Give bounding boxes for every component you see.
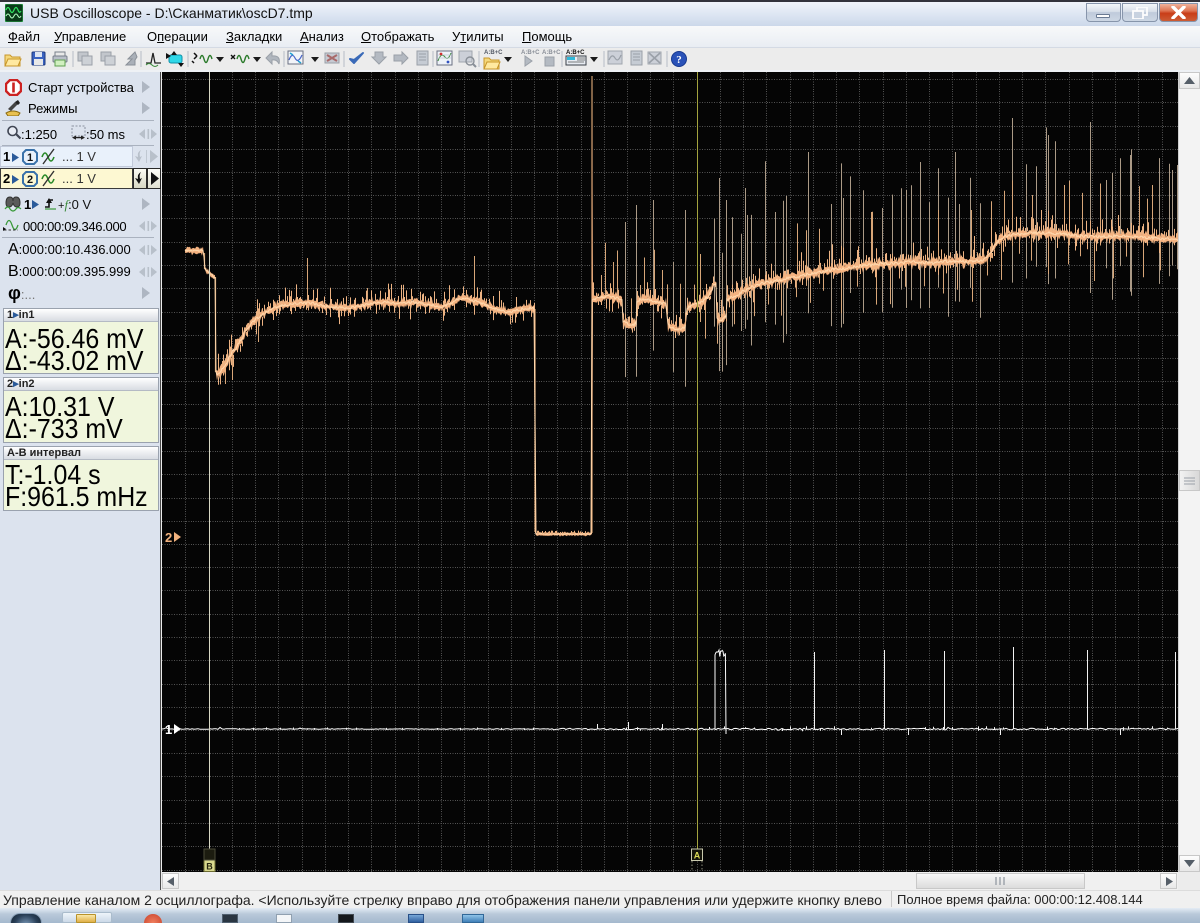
svg-text:1: 1: [165, 722, 172, 737]
svg-text:A: A: [694, 851, 701, 861]
svg-text:?: ?: [676, 54, 682, 66]
svg-text:1: 1: [27, 152, 33, 164]
svg-text:2: 2: [27, 174, 33, 186]
svg-text:A:B+C: A:B+C: [521, 50, 540, 56]
svg-text:2: 2: [165, 530, 172, 545]
svg-text:A:B+C: A:B+C: [542, 50, 561, 56]
svg-text:B: B: [206, 862, 213, 872]
svg-text:A:B+C: A:B+C: [484, 50, 503, 56]
svg-text:A:B+C: A:B+C: [566, 50, 585, 56]
